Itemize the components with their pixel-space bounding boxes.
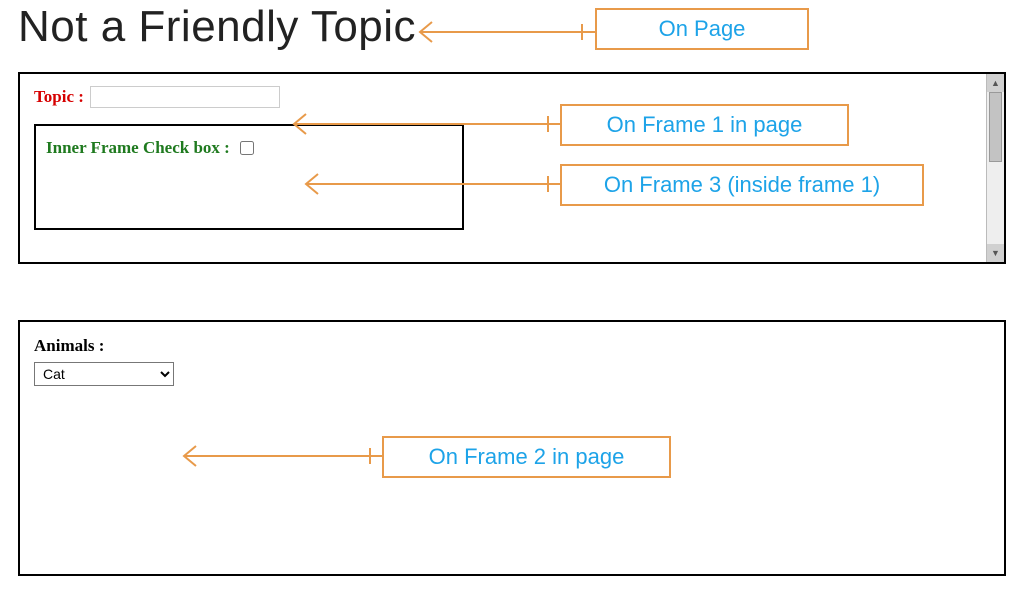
arrow-on-frame1 <box>292 112 562 136</box>
animals-select[interactable]: Cat <box>34 362 174 386</box>
scroll-down-icon[interactable]: ▼ <box>987 244 1004 262</box>
topic-row: Topic : <box>20 74 1004 108</box>
checkbox-label: Inner Frame Check box : <box>46 138 230 158</box>
scroll-thumb[interactable] <box>989 92 1002 162</box>
callout-on-frame2: On Frame 2 in page <box>382 436 671 478</box>
callout-on-frame3: On Frame 3 (inside frame 1) <box>560 164 924 206</box>
arrow-on-frame3 <box>304 172 562 196</box>
checkbox-row: Inner Frame Check box : <box>46 138 462 158</box>
inner-frame-checkbox[interactable] <box>240 141 254 155</box>
arrow-on-frame2 <box>182 444 384 468</box>
arrow-on-page <box>418 20 596 44</box>
callout-on-page: On Page <box>595 8 809 50</box>
topic-input[interactable] <box>90 86 280 108</box>
animals-label: Animals : <box>34 336 1004 356</box>
scroll-up-icon[interactable]: ▲ <box>987 74 1004 92</box>
scrollbar[interactable]: ▲ ▼ <box>986 74 1004 262</box>
topic-label: Topic : <box>34 87 84 107</box>
callout-on-frame1: On Frame 1 in page <box>560 104 849 146</box>
